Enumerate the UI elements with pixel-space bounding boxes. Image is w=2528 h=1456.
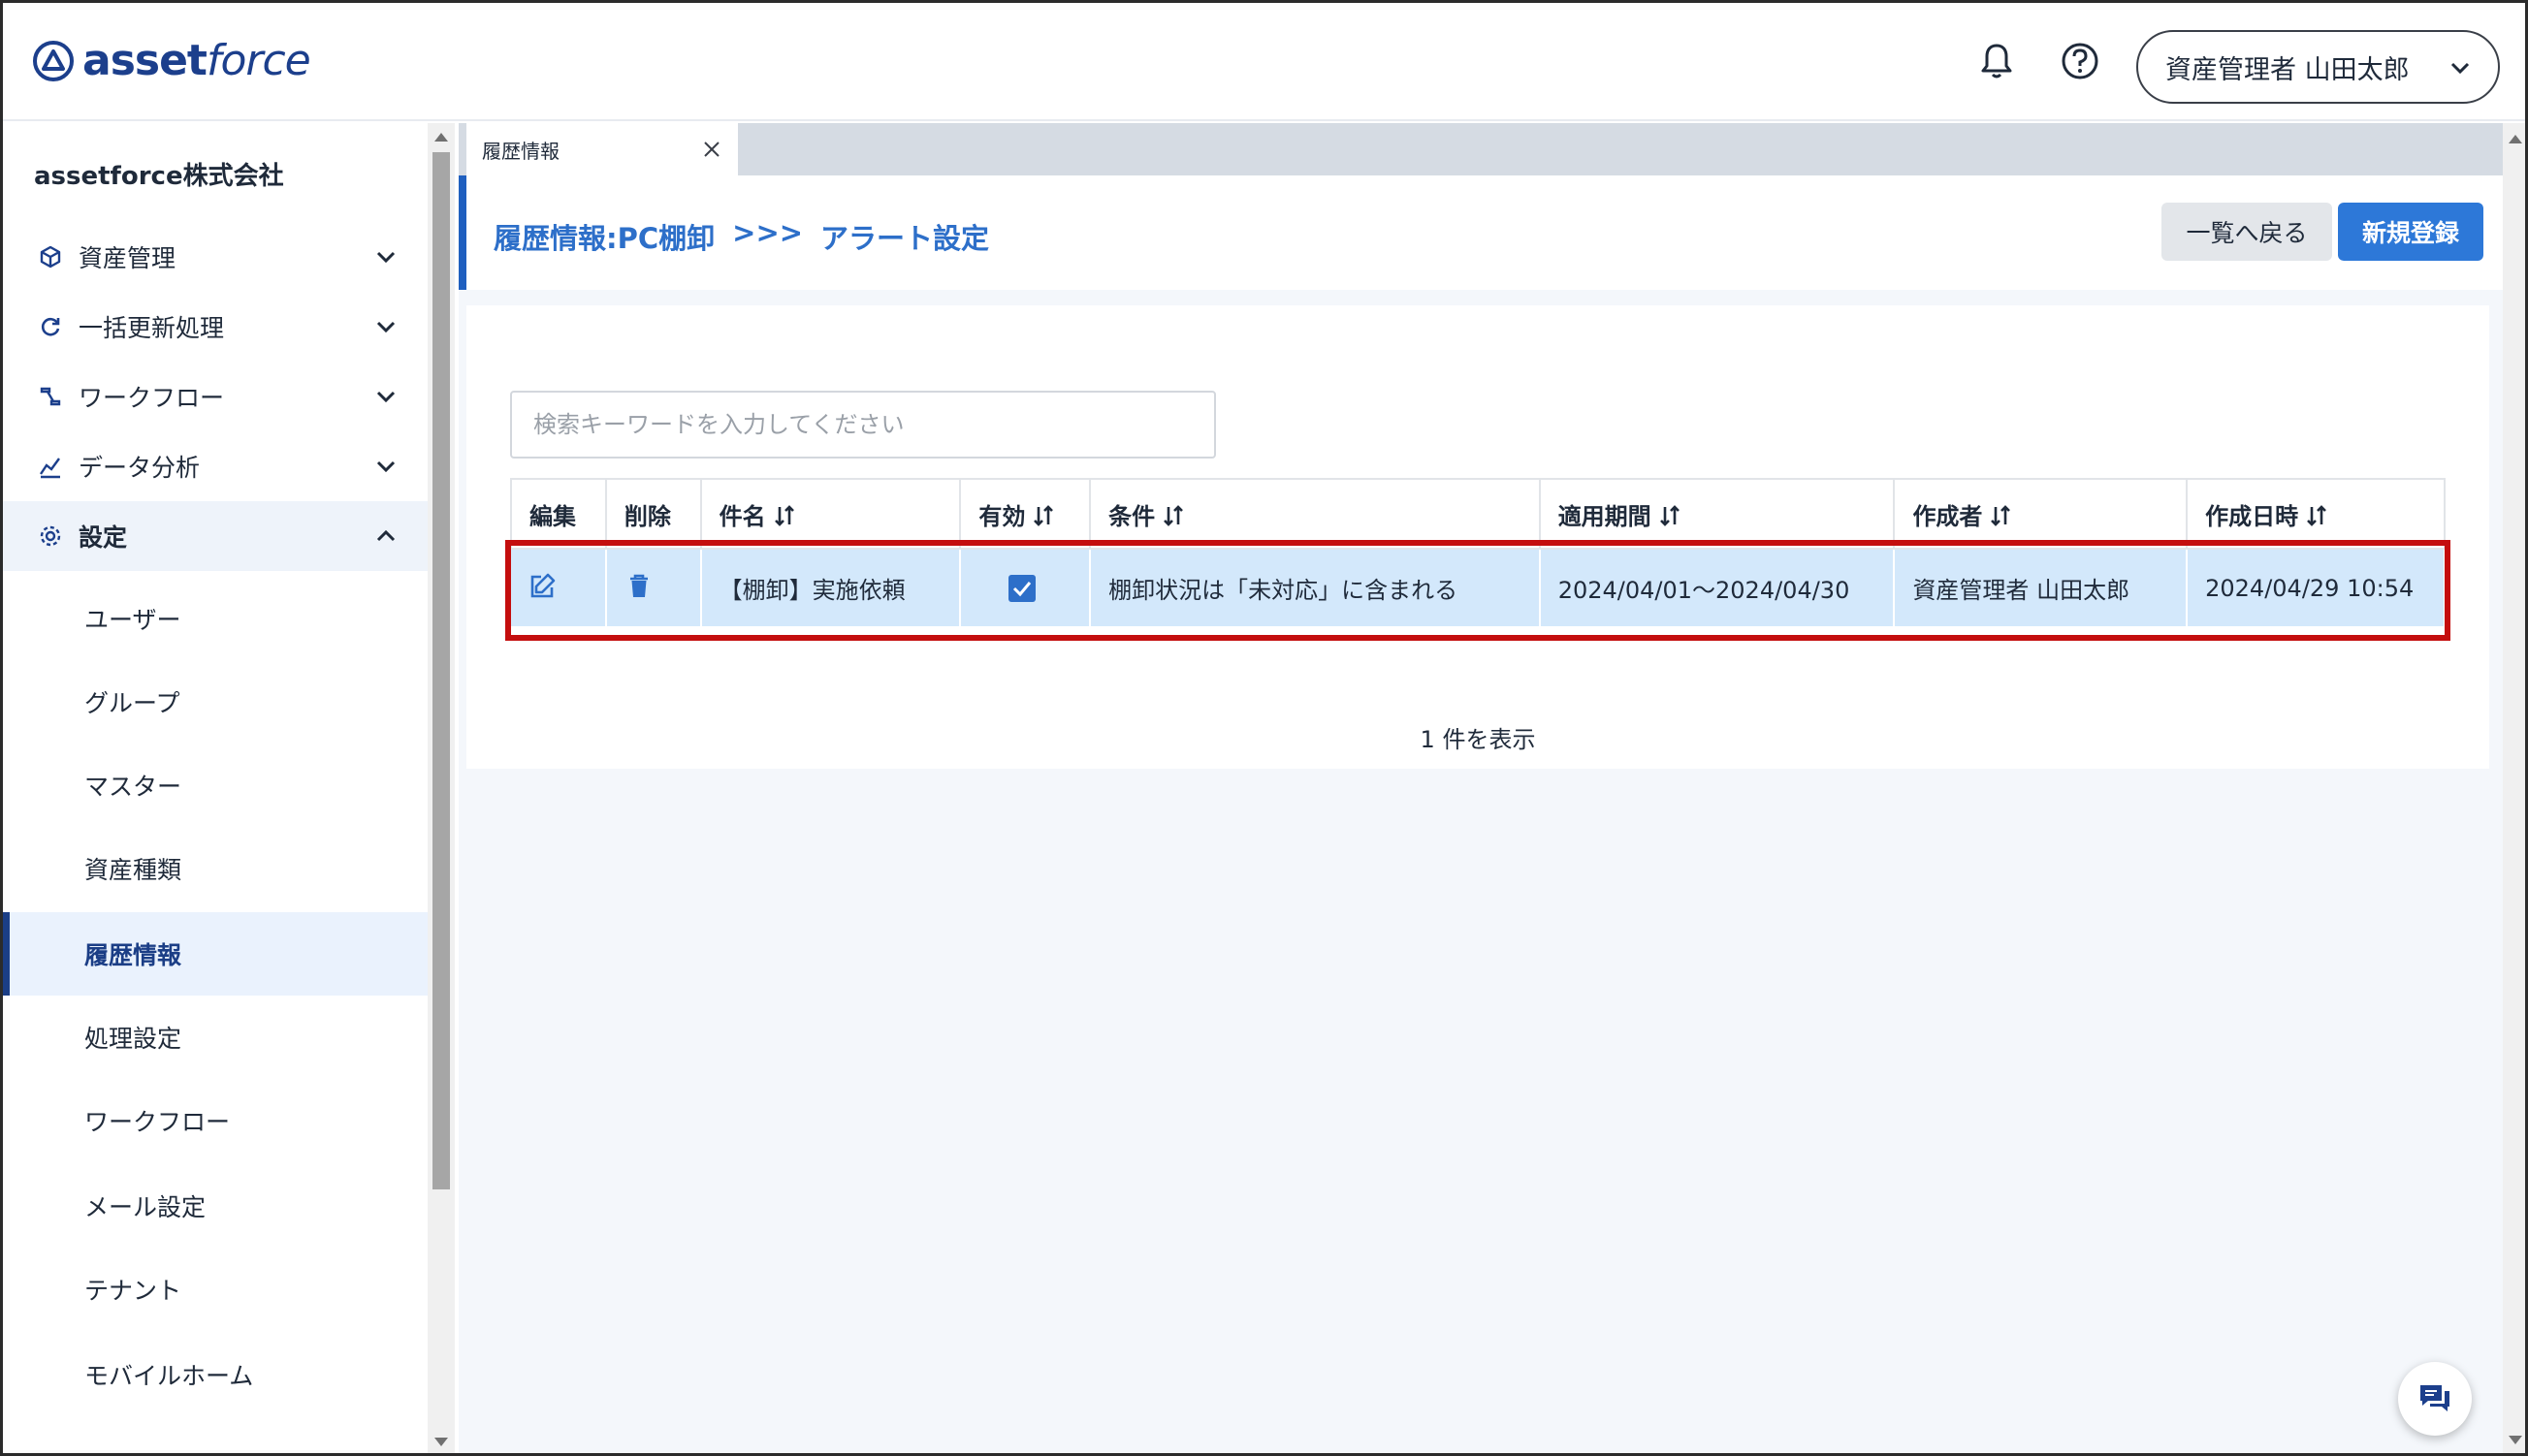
- sidebar-sub-workflow[interactable]: ワークフロー: [3, 1079, 428, 1162]
- sidebar-item-asset-management[interactable]: 資産管理: [3, 222, 428, 292]
- sidebar-sub-mail-settings[interactable]: メール設定: [3, 1164, 428, 1248]
- alert-table: 編集 削除 件名 有効 条件 適用期間 作成者 作成日時 【棚卸】実施依頼 棚卸…: [510, 478, 2446, 626]
- sort-icon[interactable]: [772, 503, 797, 528]
- tab-label: 履歴情報: [482, 139, 560, 163]
- new-register-button[interactable]: 新規登録: [2338, 203, 2483, 261]
- search-input[interactable]: [510, 391, 1216, 459]
- col-period[interactable]: 適用期間: [1538, 478, 1896, 550]
- sidebar-sub-process-settings[interactable]: 処理設定: [3, 996, 428, 1079]
- chevron-down-icon: [376, 251, 396, 264]
- sidebar-item-label: データ分析: [79, 454, 201, 482]
- user-name: 資産管理者 山田太郎: [2165, 54, 2410, 85]
- sidebar-item-data-analysis[interactable]: データ分析: [3, 431, 428, 501]
- sidebar-item-label: 設定: [79, 523, 128, 552]
- table-header-row: 編集 削除 件名 有効 条件 適用期間 作成者 作成日時: [510, 478, 2446, 550]
- col-subject[interactable]: 件名: [699, 478, 962, 550]
- refresh-icon: [41, 317, 60, 336]
- edit-cell: [511, 549, 607, 626]
- sort-icon[interactable]: [2304, 503, 2329, 528]
- bell-icon[interactable]: [1975, 40, 2018, 82]
- sidebar-item-settings[interactable]: 設定: [3, 501, 428, 571]
- sidebar-sub-asset-types[interactable]: 資産種類: [3, 827, 428, 910]
- logo[interactable]: assetforce: [32, 36, 311, 85]
- col-creator[interactable]: 作成者: [1893, 478, 2189, 550]
- trash-icon[interactable]: [624, 571, 654, 600]
- help-icon[interactable]: [2059, 40, 2101, 82]
- created-cell: 2024/04/29 10:54: [2187, 549, 2446, 626]
- sort-icon[interactable]: [1031, 503, 1056, 528]
- breadcrumb-history[interactable]: 履歴情報:PC棚卸: [494, 216, 715, 257]
- sidebar-sub-tenant[interactable]: テナント: [3, 1248, 428, 1331]
- table-row[interactable]: 【棚卸】実施依頼 棚卸状況は「未対応」に含まれる 2024/04/01〜2024…: [511, 549, 2446, 626]
- result-count: 1 件を表示: [1420, 726, 1536, 753]
- breadcrumb-separator: >>>: [732, 216, 804, 249]
- col-condition[interactable]: 条件: [1089, 478, 1541, 550]
- chevron-down-icon: [376, 460, 396, 473]
- sidebar-item-workflow[interactable]: ワークフロー: [3, 362, 428, 431]
- col-created[interactable]: 作成日時: [2186, 478, 2446, 550]
- chevron-down-icon: [376, 321, 396, 333]
- sidebar-scrollbar[interactable]: [428, 123, 455, 1453]
- breadcrumb-alert-settings: アラート設定: [820, 222, 990, 255]
- company-name: assetforce株式会社: [34, 162, 284, 191]
- top-header: assetforce 資産管理者 山田太郎: [3, 3, 2525, 121]
- sidebar-item-label: 資産管理: [79, 244, 176, 272]
- sort-icon[interactable]: [1988, 503, 2013, 528]
- cube-icon: [40, 245, 61, 269]
- col-delete: 削除: [604, 478, 702, 550]
- sort-icon[interactable]: [1161, 503, 1186, 528]
- enabled-cell: [960, 549, 1092, 626]
- col-enabled[interactable]: 有効: [959, 478, 1092, 550]
- edit-icon[interactable]: [528, 571, 558, 600]
- scroll-thumb[interactable]: [432, 152, 450, 1189]
- sidebar-sub-groups[interactable]: グループ: [3, 660, 428, 744]
- col-edit: 編集: [510, 478, 607, 550]
- list-panel: 編集 削除 件名 有効 条件 適用期間 作成者 作成日時: [466, 305, 2489, 769]
- workflow-icon: [40, 387, 61, 406]
- scroll-up-arrow[interactable]: [2509, 135, 2522, 143]
- delete-cell: [605, 549, 702, 626]
- gear-icon: [40, 525, 61, 547]
- sidebar-sub-users[interactable]: ユーザー: [3, 577, 428, 660]
- sidebar-item-bulk-update[interactable]: 一括更新処理: [3, 292, 428, 362]
- tab-history[interactable]: 履歴情報: [466, 123, 738, 175]
- sidebar-sub-mobile-home[interactable]: モバイルホーム: [3, 1333, 428, 1416]
- logo-text: assetforce: [82, 36, 311, 85]
- condition-cell: 棚卸状況は「未対応」に含まれる: [1090, 549, 1541, 626]
- chat-icon: [2420, 1385, 2449, 1411]
- period-cell: 2024/04/01〜2024/04/30: [1539, 549, 1896, 626]
- scroll-down-arrow[interactable]: [2509, 1436, 2522, 1444]
- creator-cell: 資産管理者 山田太郎: [1894, 549, 2189, 626]
- tab-bar: 履歴情報: [459, 123, 2503, 175]
- logo-icon: [33, 40, 74, 81]
- sort-icon[interactable]: [1657, 503, 1682, 528]
- checkbox-checked-icon[interactable]: [1008, 574, 1037, 603]
- sidebar-item-label: 一括更新処理: [79, 314, 225, 342]
- analytics-icon: [40, 458, 60, 479]
- chevron-down-icon: [376, 391, 396, 403]
- breadcrumb: 履歴情報:PC棚卸 >>> アラート設定: [494, 216, 989, 257]
- page-title-bar: 履歴情報:PC棚卸 >>> アラート設定 一覧へ戻る 新規登録: [459, 175, 2503, 290]
- sidebar: assetforce株式会社 資産管理 一括更新処理 ワークフロー データ分析 …: [3, 123, 428, 1453]
- chevron-up-icon: [376, 529, 396, 542]
- scroll-down-arrow[interactable]: [434, 1438, 448, 1446]
- chevron-down-icon: [2450, 62, 2470, 75]
- sidebar-item-label: ワークフロー: [79, 384, 225, 412]
- sidebar-sub-master[interactable]: マスター: [3, 744, 428, 827]
- main-scrollbar[interactable]: [2503, 123, 2525, 1453]
- back-to-list-button[interactable]: 一覧へ戻る: [2161, 203, 2332, 261]
- main-content: 履歴情報 履歴情報:PC棚卸 >>> アラート設定 一覧へ戻る 新規登録 検索キ…: [459, 123, 2503, 1453]
- sidebar-sub-history[interactable]: 履歴情報: [3, 912, 428, 996]
- chat-button[interactable]: [2398, 1362, 2472, 1436]
- scroll-up-arrow[interactable]: [434, 133, 448, 142]
- close-icon[interactable]: [701, 139, 722, 160]
- user-menu-button[interactable]: 資産管理者 山田太郎: [2136, 30, 2500, 104]
- app-window: assetforce 資産管理者 山田太郎 assetforce株式会社 資産管…: [0, 0, 2528, 1456]
- subject-cell: 【棚卸】実施依頼: [700, 549, 962, 626]
